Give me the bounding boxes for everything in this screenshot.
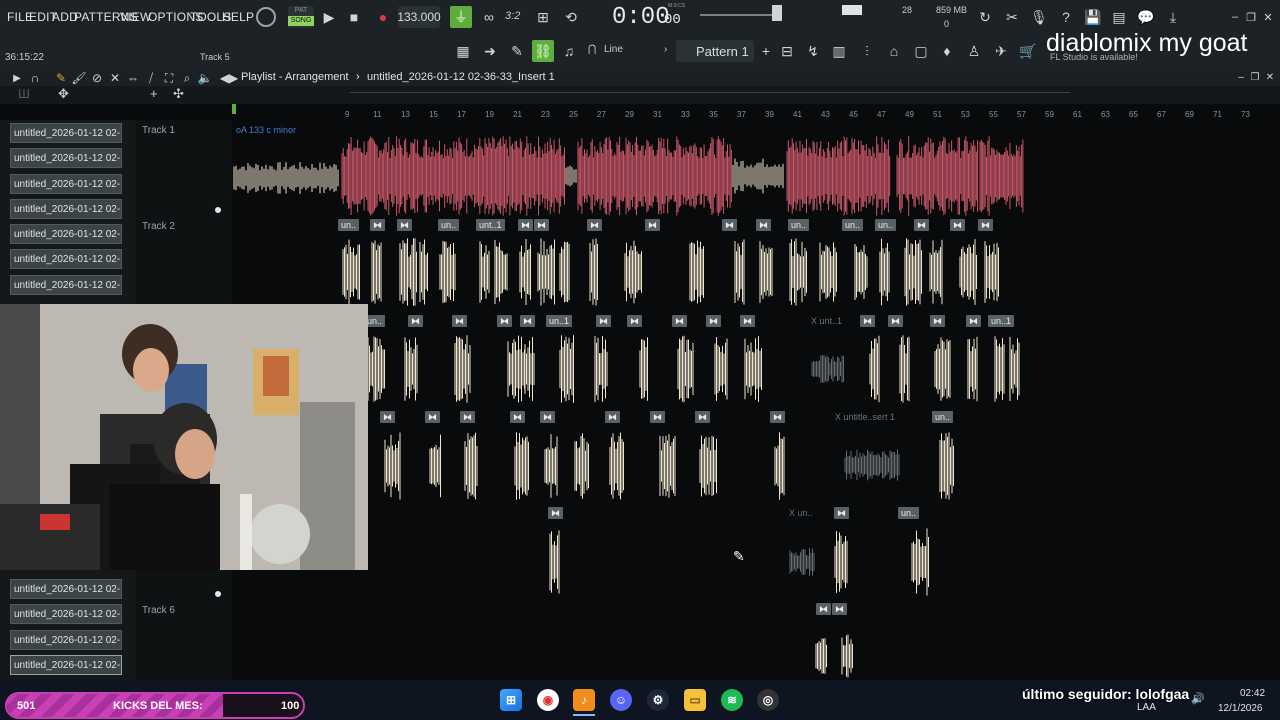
clip-header[interactable]: ⧓ [722, 219, 737, 231]
steam-icon[interactable]: ⚙ [647, 689, 669, 711]
clip-header[interactable]: ⧓ [816, 603, 831, 615]
windows-start-icon[interactable]: ⊞ [500, 689, 522, 711]
clip-header[interactable]: X unt..1 [808, 315, 845, 327]
clip-header[interactable]: ⧓ [966, 315, 981, 327]
clip-header[interactable]: ⧓ [452, 315, 467, 327]
clip-header[interactable]: ⧓ [548, 507, 563, 519]
fl-studio-icon[interactable]: ♪ [573, 689, 595, 711]
last-follower-overlay: último seguidor: lolofgaa [1022, 686, 1190, 702]
obs-icon[interactable]: ◎ [757, 689, 779, 711]
clip-header[interactable]: ⧓ [930, 315, 945, 327]
clip-header[interactable]: ⧓ [645, 219, 660, 231]
webcam-image [0, 304, 368, 570]
file-explorer-icon[interactable]: ▭ [684, 689, 706, 711]
kicks-target: 100 [281, 700, 300, 712]
clip-header[interactable]: ⧓ [770, 411, 785, 423]
clip-header[interactable]: ⧓ [370, 219, 385, 231]
clip-header[interactable]: un.. [898, 507, 920, 519]
discord-icon[interactable]: ☺ [610, 689, 632, 711]
clip-header[interactable]: un.. [875, 219, 897, 231]
clip-header[interactable]: ⧓ [520, 315, 535, 327]
clip-header[interactable]: ⧓ [978, 219, 993, 231]
clip-header[interactable]: ⧓ [650, 411, 665, 423]
clip-header[interactable]: X untitle..sert 1 [832, 411, 898, 423]
clip-header[interactable]: ⧓ [740, 315, 755, 327]
clip-header[interactable]: ⧓ [596, 315, 611, 327]
kicks-progress-bar: 501 KICKS DEL MES: 100 [5, 692, 305, 719]
clip-header[interactable]: un..1 [546, 315, 573, 327]
clip-header[interactable]: ⧓ [605, 411, 620, 423]
clip-header[interactable]: ⧓ [540, 411, 555, 423]
clip-header[interactable]: ⧓ [888, 315, 903, 327]
clip-header[interactable]: ⧓ [706, 315, 721, 327]
chrome-icon[interactable]: ◉ [537, 689, 559, 711]
volume-icon[interactable]: 🔊 [1191, 692, 1205, 705]
kicks-label: KICKS DEL MES: [113, 700, 203, 712]
clip-header[interactable]: ⧓ [672, 315, 687, 327]
clip-header[interactable]: ⧓ [914, 219, 929, 231]
clip-header[interactable]: ⧓ [510, 411, 525, 423]
clip-header[interactable]: ⧓ [380, 411, 395, 423]
clip-header[interactable]: un.. [438, 219, 460, 231]
active-app-indicator [573, 714, 595, 716]
language-indicator[interactable]: LAA [1137, 702, 1156, 713]
clip-header[interactable]: ⧓ [397, 219, 412, 231]
clip-header[interactable]: ⧓ [834, 507, 849, 519]
clip-header[interactable]: unt..1 [476, 219, 505, 231]
clip-header[interactable]: un..1 [988, 315, 1015, 327]
clip-header[interactable]: ⧓ [860, 315, 875, 327]
clip-header[interactable]: ⧓ [756, 219, 771, 231]
clip-header[interactable]: un.. [338, 219, 360, 231]
clip-header[interactable]: ⧓ [518, 219, 533, 231]
spotify-icon[interactable]: ≋ [721, 689, 743, 711]
clip-header[interactable]: un.. [788, 219, 810, 231]
clip-header[interactable]: X un.. [786, 507, 816, 519]
clip-header[interactable]: ⧓ [832, 603, 847, 615]
clip-header[interactable]: ⧓ [408, 315, 423, 327]
mouse-cursor-icon: ✎ [733, 548, 745, 564]
clip-header[interactable]: ⧓ [587, 219, 602, 231]
clock-time[interactable]: 02:42 [1240, 688, 1265, 699]
clip-header[interactable]: ⧓ [950, 219, 965, 231]
clip-header[interactable]: ⧓ [695, 411, 710, 423]
kicks-current: 501 [17, 700, 36, 712]
clip-header[interactable]: ⧓ [534, 219, 549, 231]
webcam-overlay [0, 304, 368, 570]
clip-header[interactable]: ⧓ [425, 411, 440, 423]
clip-header[interactable]: ⧓ [460, 411, 475, 423]
clock-date[interactable]: 12/1/2026 [1218, 703, 1263, 714]
clip-header[interactable]: ⧓ [497, 315, 512, 327]
clip-header[interactable]: ⧓ [627, 315, 642, 327]
clip-header[interactable]: un.. [842, 219, 864, 231]
clip-header[interactable]: un.. [932, 411, 954, 423]
